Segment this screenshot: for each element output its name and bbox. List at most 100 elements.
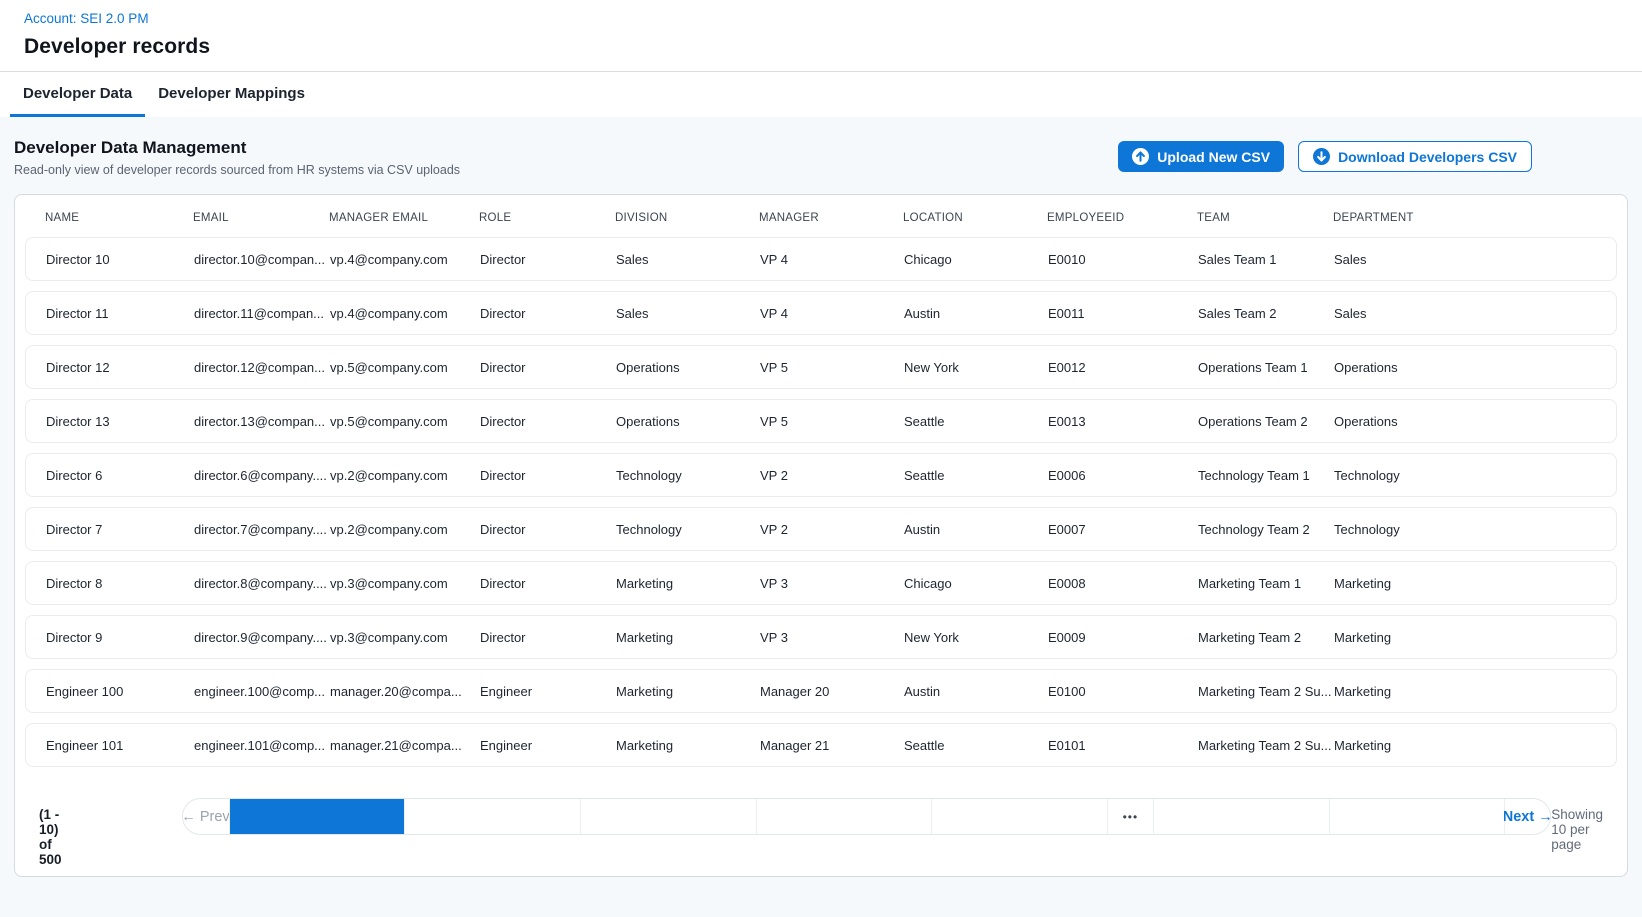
table-cell: Engineer xyxy=(480,738,616,753)
table-cell: Marketing xyxy=(1334,738,1616,753)
pagination-page-4[interactable]: 4 xyxy=(756,799,932,835)
table-cell: director.11@compan... xyxy=(194,306,330,321)
tab-bar: Developer Data Developer Mappings xyxy=(0,72,1642,117)
table-cell: New York xyxy=(904,360,1048,375)
table-cell: Operations xyxy=(616,360,760,375)
table-header-row: NAME EMAIL MANAGER EMAIL ROLE DIVISION M… xyxy=(15,195,1627,237)
pagination-page-50[interactable]: 50 xyxy=(1329,799,1505,835)
table-cell: Technology Team 1 xyxy=(1198,468,1334,483)
table-cell: Austin xyxy=(904,306,1048,321)
table-cell: Director 10 xyxy=(46,252,194,267)
table-cell: Technology xyxy=(616,468,760,483)
page-title: Developer records xyxy=(24,35,1618,59)
table-cell: Sales xyxy=(616,306,760,321)
table-cell: Director 13 xyxy=(46,414,194,429)
table-cell: Director xyxy=(480,468,616,483)
table-cell: Operations Team 1 xyxy=(1198,360,1334,375)
arrow-down-circle-icon xyxy=(1313,148,1330,165)
table-cell: E0012 xyxy=(1048,360,1198,375)
pagination-next-button[interactable]: Next → xyxy=(1504,799,1550,834)
pagination-page-49[interactable]: 49 xyxy=(1153,799,1329,835)
table-cell: Chicago xyxy=(904,252,1048,267)
table-cell: Marketing xyxy=(616,684,760,699)
table-cell: VP 3 xyxy=(760,576,904,591)
table-row: Director 12director.12@compan...vp.5@com… xyxy=(25,345,1617,389)
table-row: Engineer 100engineer.100@comp...manager.… xyxy=(25,669,1617,713)
table-cell: E0007 xyxy=(1048,522,1198,537)
pagination-page-5[interactable]: 5 xyxy=(931,799,1107,835)
table-cell: Marketing Team 1 xyxy=(1198,576,1334,591)
row-range-label: (1 - 10) of 500 xyxy=(39,798,62,867)
table-cell: manager.20@compa... xyxy=(330,684,480,699)
table-cell: Director 12 xyxy=(46,360,194,375)
csv-action-buttons: Upload New CSV Download Developers CSV xyxy=(1118,141,1532,172)
table-cell: Engineer 101 xyxy=(46,738,194,753)
table-cell: E0008 xyxy=(1048,576,1198,591)
table-cell: Marketing xyxy=(616,738,760,753)
download-developers-csv-button[interactable]: Download Developers CSV xyxy=(1298,141,1532,172)
column-header-name: NAME xyxy=(45,212,193,224)
table-cell: Austin xyxy=(904,522,1048,537)
table-cell: E0009 xyxy=(1048,630,1198,645)
tab-developer-mappings[interactable]: Developer Mappings xyxy=(145,72,318,117)
tab-developer-data[interactable]: Developer Data xyxy=(10,72,145,117)
arrow-up-circle-icon xyxy=(1132,148,1149,165)
table-cell: Marketing xyxy=(616,576,760,591)
table-cell: Manager 21 xyxy=(760,738,904,753)
table-cell: Director 11 xyxy=(46,306,194,321)
table-cell: Seattle xyxy=(904,738,1048,753)
pagination-ellipsis: ••• xyxy=(1107,799,1153,834)
table-cell: Technology xyxy=(616,522,760,537)
table-row: Engineer 101engineer.101@comp...manager.… xyxy=(25,723,1617,767)
table-cell: Seattle xyxy=(904,414,1048,429)
pagination-page-2[interactable]: 2 xyxy=(404,799,580,835)
pagination-prev-button[interactable]: ← Prev xyxy=(183,799,229,834)
table-cell: vp.3@company.com xyxy=(330,630,480,645)
table-cell: engineer.100@comp... xyxy=(194,684,330,699)
section-header: Developer Data Management Read-only view… xyxy=(14,117,1628,194)
table-cell: New York xyxy=(904,630,1048,645)
table-cell: Sales xyxy=(616,252,760,267)
table-cell: vp.4@company.com xyxy=(330,252,480,267)
table-cell: Director xyxy=(480,522,616,537)
table-cell: VP 4 xyxy=(760,252,904,267)
table-cell: Director 9 xyxy=(46,630,194,645)
table-cell: VP 5 xyxy=(760,414,904,429)
table-row: Director 13director.13@compan...vp.5@com… xyxy=(25,399,1617,443)
table-cell: Marketing xyxy=(1334,576,1616,591)
table-row: Director 9director.9@company....vp.3@com… xyxy=(25,615,1617,659)
table-cell: director.6@company.... xyxy=(194,468,330,483)
table-cell: Operations Team 2 xyxy=(1198,414,1334,429)
table-cell: VP 2 xyxy=(760,468,904,483)
table-cell: Marketing Team 2 Su... xyxy=(1198,738,1334,753)
table-cell: director.10@compan... xyxy=(194,252,330,267)
table-cell: vp.5@company.com xyxy=(330,414,480,429)
content-area: Developer Data Management Read-only view… xyxy=(0,117,1642,917)
account-breadcrumb-link[interactable]: Account: SEI 2.0 PM xyxy=(24,11,149,26)
table-cell: Seattle xyxy=(904,468,1048,483)
table-cell: director.9@company.... xyxy=(194,630,330,645)
table-cell: Engineer 100 xyxy=(46,684,194,699)
table-cell: Marketing xyxy=(616,630,760,645)
column-header-email: EMAIL xyxy=(193,212,329,224)
table-cell: Operations xyxy=(1334,414,1616,429)
column-header-division: DIVISION xyxy=(615,212,759,224)
table-cell: VP 5 xyxy=(760,360,904,375)
column-header-department: DEPARTMENT xyxy=(1333,212,1617,224)
table-cell: manager.21@compa... xyxy=(330,738,480,753)
table-row: Director 8director.8@company....vp.3@com… xyxy=(25,561,1617,605)
upload-new-csv-button[interactable]: Upload New CSV xyxy=(1118,141,1284,172)
table-cell: Technology Team 2 xyxy=(1198,522,1334,537)
table-cell: director.12@compan... xyxy=(194,360,330,375)
pagination-page-1[interactable]: 1 xyxy=(229,799,405,835)
table-cell: Director xyxy=(480,414,616,429)
table-cell: E0011 xyxy=(1048,306,1198,321)
table-cell: Director xyxy=(480,306,616,321)
table-cell: director.7@company.... xyxy=(194,522,330,537)
table-cell: E0010 xyxy=(1048,252,1198,267)
table-cell: vp.3@company.com xyxy=(330,576,480,591)
pagination-page-3[interactable]: 3 xyxy=(580,799,756,835)
upload-button-label: Upload New CSV xyxy=(1157,149,1270,165)
table-cell: Technology xyxy=(1334,468,1616,483)
table-row: Director 11director.11@compan...vp.4@com… xyxy=(25,291,1617,335)
